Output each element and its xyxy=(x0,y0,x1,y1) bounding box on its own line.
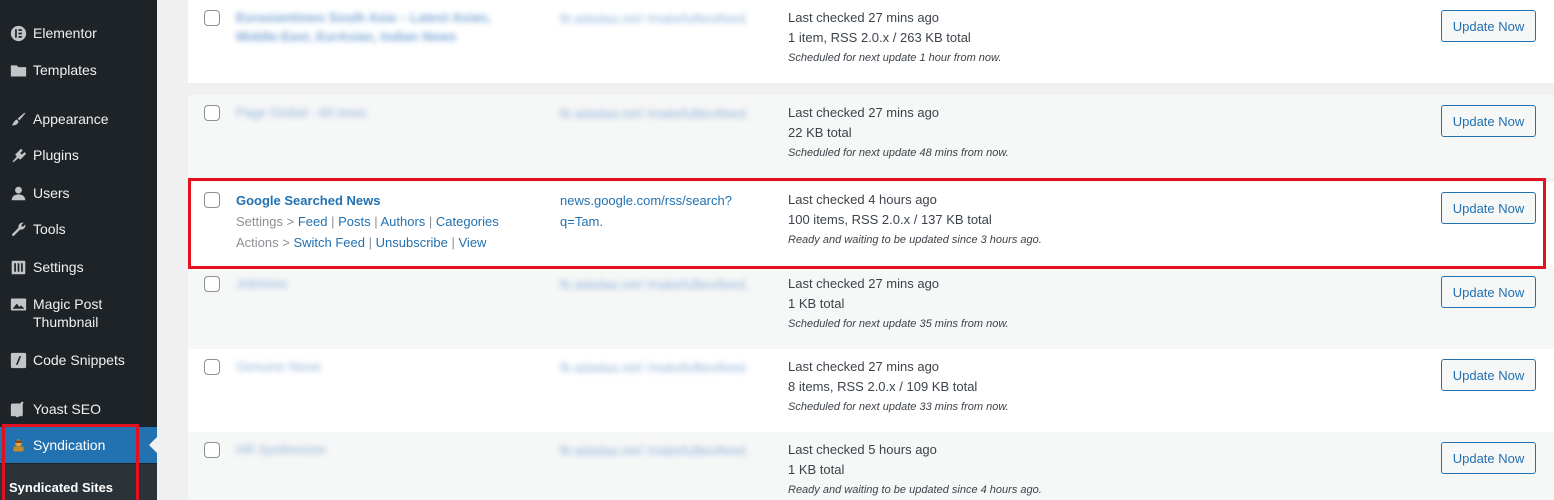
row-checkbox[interactable] xyxy=(204,442,220,458)
schedule-text: Scheduled for next update 33 mins from n… xyxy=(788,401,1009,413)
sidebar-item-label-line2: Thumbnail xyxy=(33,314,99,330)
row-checkbox[interactable] xyxy=(204,105,220,121)
sidebar-item-code-snippets[interactable]: Code Snippets xyxy=(0,351,157,369)
row-checkbox[interactable] xyxy=(204,276,220,292)
sidebar-item-appearance[interactable]: Appearance xyxy=(0,110,157,128)
feed-size-text: 1 item, RSS 2.0.x / 263 KB total xyxy=(788,30,971,45)
site-title-link[interactable]: Eurasiantimes South Asia – Latest Asian,… xyxy=(236,10,491,44)
sidebar-item-tools[interactable]: Tools xyxy=(0,220,157,238)
last-checked-text: Last checked 27 mins ago xyxy=(788,276,940,291)
sidebar-item-plugins[interactable]: Plugins xyxy=(0,146,157,164)
sidebar-item-label: Appearance xyxy=(33,111,109,127)
table-row: Page Global - All news ftr.adadaa.net/ /… xyxy=(188,95,1554,178)
active-menu-arrow xyxy=(149,437,157,453)
table-row: Genuine News ftr.adadaa.net/ /makefullte… xyxy=(188,349,1554,432)
last-checked-text: Last checked 27 mins ago xyxy=(788,359,940,374)
site-title-link[interactable]: HR Synthesizer xyxy=(236,442,326,457)
feed-url-link[interactable]: ftr.adadaa.net/ /makefulltextfeed. xyxy=(560,106,749,121)
sidebar-item-templates[interactable]: Templates xyxy=(0,61,157,79)
row-checkbox[interactable] xyxy=(204,10,220,26)
schedule-text: Scheduled for next update 48 mins from n… xyxy=(788,147,1009,159)
site-title-link[interactable]: Jobnews xyxy=(236,276,287,291)
user-icon xyxy=(9,184,27,202)
feed-size-text: 1 KB total xyxy=(788,296,845,311)
schedule-text: Scheduled for next update 35 mins from n… xyxy=(788,318,1009,330)
settings-icon xyxy=(9,258,27,276)
schedule-text: Ready and waiting to be updated since 4 … xyxy=(788,484,1042,496)
sidebar-item-label: Tools xyxy=(33,221,66,237)
update-now-button[interactable]: Update Now xyxy=(1441,442,1536,474)
syndicated-sites-table: Eurasiantimes South Asia – Latest Asian,… xyxy=(188,0,1554,500)
folder-icon xyxy=(9,61,27,79)
paintbrush-icon xyxy=(9,110,27,128)
highlight-box-sidebar xyxy=(2,424,139,500)
schedule-text: Scheduled for next update 1 hour from no… xyxy=(788,52,1002,64)
plugin-icon xyxy=(9,146,27,164)
sidebar-item-label: Settings xyxy=(33,259,84,275)
sidebar-item-label: Plugins xyxy=(33,147,79,163)
last-checked-text: Last checked 5 hours ago xyxy=(788,442,937,457)
admin-sidebar: Elementor Templates Appearance Plugins U… xyxy=(0,0,157,500)
sidebar-item-elementor[interactable]: Elementor xyxy=(0,24,157,42)
sidebar-item-users[interactable]: Users xyxy=(0,184,157,202)
feed-url-link[interactable]: ftr.adadaa.net/ /makefulltextfeed. xyxy=(560,277,749,292)
sidebar-item-label: Yoast SEO xyxy=(33,401,101,417)
sidebar-item-settings[interactable]: Settings xyxy=(0,258,157,276)
highlight-box-row xyxy=(188,178,1546,269)
last-checked-text: Last checked 27 mins ago xyxy=(788,105,940,120)
feed-size-text: 1 KB total xyxy=(788,462,845,477)
sidebar-item-label: Code Snippets xyxy=(33,352,125,368)
sidebar-item-label: Elementor xyxy=(33,25,97,41)
sidebar-item-yoast-seo[interactable]: Yoast SEO xyxy=(0,400,157,418)
elementor-icon xyxy=(9,24,27,42)
image-icon xyxy=(9,295,27,313)
sidebar-item-label: Users xyxy=(33,185,70,201)
table-row: HR Synthesizer ftr.adadaa.net/ /makefull… xyxy=(188,432,1554,500)
row-checkbox[interactable] xyxy=(204,359,220,375)
update-now-button[interactable]: Update Now xyxy=(1441,105,1536,137)
feed-size-text: 22 KB total xyxy=(788,125,852,140)
code-icon xyxy=(9,351,27,369)
feed-url-link[interactable]: ftr.adadaa.net/ /makefulltextfeed. xyxy=(560,11,749,26)
feed-url-link[interactable]: ftr.adadaa.net/ /makefulltextfeed. xyxy=(560,360,749,375)
table-row: Jobnews ftr.adadaa.net/ /makefulltextfee… xyxy=(188,266,1554,349)
feed-size-text: 8 items, RSS 2.0.x / 109 KB total xyxy=(788,379,978,394)
site-title-link[interactable]: Genuine News xyxy=(236,359,321,374)
last-checked-text: Last checked 27 mins ago xyxy=(788,10,940,25)
sidebar-item-label: Templates xyxy=(33,62,97,78)
sidebar-item-magic-post-thumbnail[interactable]: Magic Post Thumbnail xyxy=(0,295,157,331)
sidebar-item-label: Magic Post xyxy=(33,296,103,312)
update-now-button[interactable]: Update Now xyxy=(1441,10,1536,42)
site-title-link[interactable]: Page Global - All news xyxy=(236,105,367,120)
feed-url-link[interactable]: ftr.adadaa.net/ /makefulltextfeed. xyxy=(560,443,749,458)
update-now-button[interactable]: Update Now xyxy=(1441,276,1536,308)
yoast-icon xyxy=(9,400,27,418)
table-row: Eurasiantimes South Asia – Latest Asian,… xyxy=(188,0,1554,83)
update-now-button[interactable]: Update Now xyxy=(1441,359,1536,391)
wrench-icon xyxy=(9,220,27,238)
